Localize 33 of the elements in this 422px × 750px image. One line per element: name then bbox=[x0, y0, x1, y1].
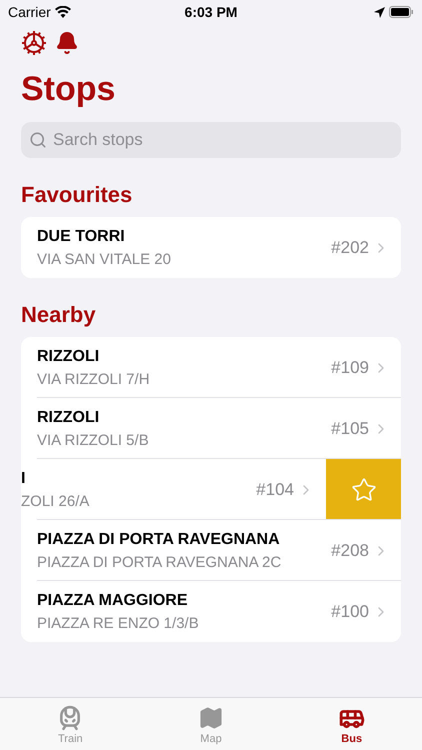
stop-number: #109 bbox=[331, 358, 369, 378]
bell-icon[interactable] bbox=[55, 31, 79, 55]
stop-number: #202 bbox=[331, 238, 369, 258]
stop-number: #104 bbox=[256, 480, 294, 500]
page-title: Stops bbox=[21, 69, 116, 110]
settings-icon[interactable] bbox=[21, 30, 47, 56]
carrier-label: Carrier bbox=[8, 4, 51, 20]
stop-address: VIA SAN VITALE 20 bbox=[37, 250, 172, 268]
search-icon bbox=[29, 131, 47, 149]
wifi-icon bbox=[54, 6, 71, 18]
stop-number: #105 bbox=[331, 418, 369, 438]
section-title: Nearby bbox=[21, 302, 97, 328]
stop-address: PIAZZA DI PORTA RAVEGNANA 2C bbox=[37, 554, 282, 570]
location-icon bbox=[374, 6, 385, 18]
search-field[interactable]: Sarch stops bbox=[21, 122, 401, 158]
stop-number: #208 bbox=[331, 540, 369, 560]
stop-address: VIA RIZZOLI 5/B bbox=[37, 432, 150, 448]
stop-number: #100 bbox=[331, 602, 369, 622]
stop-address: PIAZZA RE ENZO 1/3/B bbox=[37, 614, 200, 632]
stop-name: RIZZOLI bbox=[37, 408, 100, 426]
tab-item[interactable]: Bus bbox=[281, 698, 422, 750]
star-icon bbox=[350, 476, 376, 502]
stop-name: RIZZOLI bbox=[37, 348, 100, 366]
stop-address: ZOLI 26/A bbox=[21, 492, 90, 510]
section-title: Favourites bbox=[21, 182, 134, 208]
stop-name: PIAZZA DI PORTA RAVEGNANA bbox=[37, 530, 281, 548]
stop-address: VIA RIZZOLI 7/H bbox=[37, 370, 151, 388]
map-icon bbox=[198, 705, 224, 731]
status-time: 6:03 PM bbox=[184, 4, 238, 20]
stop-name: PIAZZA MAGGIORE bbox=[37, 592, 189, 610]
stop-name: I bbox=[21, 470, 26, 488]
stop-name: DUE TORRI bbox=[37, 228, 126, 246]
battery-icon bbox=[388, 6, 414, 18]
